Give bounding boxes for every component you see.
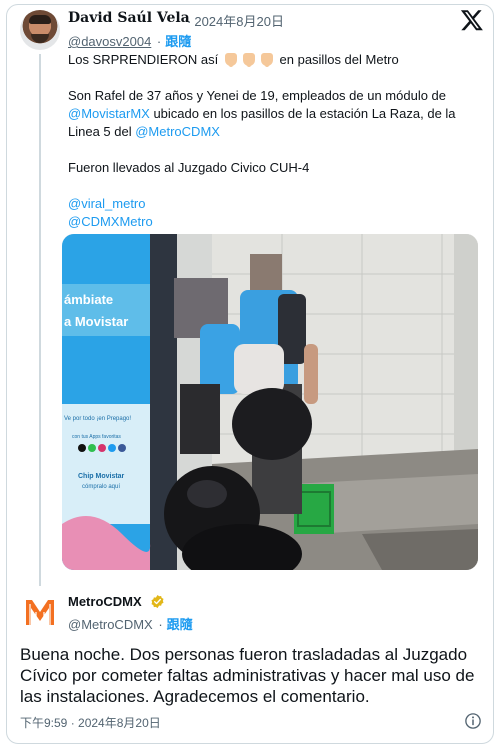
mention-viral-metro[interactable]: @viral_metro — [68, 196, 146, 211]
quoted-handle-row: @davosv2004 · 跟隨 — [68, 34, 192, 49]
reply-handle-row: @MetroCDMX · 跟隨 — [68, 617, 193, 632]
ad-text-line5: Chip Movistar — [78, 473, 125, 480]
ad-text-line3: Ve por todo ¡en Prepago! — [64, 416, 131, 422]
pointing-hand-emoji-icon — [224, 53, 237, 67]
ad-text-line6: cómpralo aquí — [82, 484, 120, 490]
pointing-hand-emoji-icon — [242, 53, 255, 67]
reply-display-name[interactable]: MetroCDMX — [68, 594, 142, 609]
mention-cdmxmetro[interactable]: @CDMXMetro — [68, 214, 153, 229]
quoted-text-line1: Los SRPRENDIERON así — [68, 52, 219, 67]
pointing-hand-emoji-icon — [260, 53, 273, 67]
reply-follow-button[interactable]: 跟隨 — [167, 617, 193, 632]
metro-logo-icon[interactable] — [20, 592, 60, 632]
quoted-date[interactable]: · 2024年8月20日 — [187, 11, 284, 30]
quoted-follow-button[interactable]: 跟隨 — [165, 34, 191, 49]
reply-tweet-text: Buena noche. Dos personas fueron traslad… — [20, 645, 475, 706]
quoted-tweet-text: Los SRPRENDIERON así en pasillos del Met… — [68, 51, 478, 231]
info-icon[interactable] — [464, 712, 482, 730]
quoted-text-p2a: Son Rafel de 37 años y Yenei de 19, empl… — [68, 88, 447, 103]
quoted-user-avatar[interactable] — [20, 10, 60, 50]
quoted-text-p3: Fueron llevados al Juzgado Civico CUH-4 — [68, 160, 310, 175]
mention-metrocdmx[interactable]: @MetroCDMX — [135, 124, 220, 139]
tweet-photo[interactable]: ámbiate a Movistar Ve por todo ¡en Prepa… — [62, 234, 478, 570]
quoted-date-text[interactable]: 2024年8月20日 — [194, 14, 284, 29]
verified-badge-icon — [151, 594, 164, 609]
x-logo-icon[interactable] — [460, 8, 484, 32]
quoted-display-name[interactable]: David Saúl Vela — [68, 10, 190, 26]
ad-text-line4: con tus Apps favoritas — [72, 434, 121, 440]
reply-timestamp[interactable]: 下午9:59 · 2024年8月20日 — [20, 714, 161, 731]
thread-connector-line — [39, 54, 41, 586]
ad-text-line2: a Movistar — [64, 314, 128, 329]
quoted-text-line1-suffix: en pasillos del Metro — [279, 52, 399, 67]
mention-movistarmx[interactable]: @MovistarMX — [68, 106, 150, 121]
reply-handle[interactable]: @MetroCDMX — [68, 617, 153, 632]
ad-text-line1: ámbiate — [64, 292, 113, 307]
quoted-handle[interactable]: @davosv2004 — [68, 34, 151, 49]
